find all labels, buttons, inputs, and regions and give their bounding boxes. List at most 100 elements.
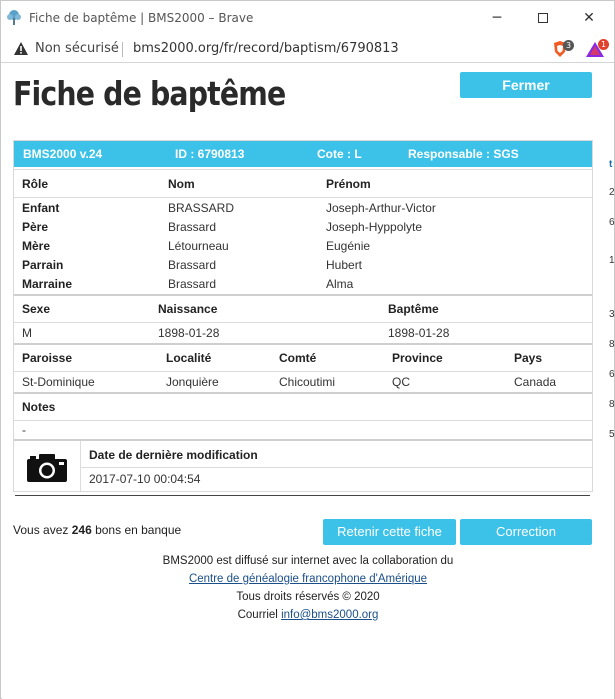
modified-label: Date de dernière modification: [89, 448, 258, 462]
notes-label: Notes: [22, 400, 56, 414]
col-pays-header: Pays: [514, 351, 543, 365]
address-bar: Non sécurisé bms2000.org/fr/record/bapti…: [1, 35, 614, 63]
person-nom: Brassard: [168, 220, 217, 234]
minimize-icon: ─: [492, 10, 502, 26]
role-label: Marraine: [22, 277, 73, 291]
naissance-value: 1898-01-28: [158, 326, 220, 340]
localite-value: Jonquière: [166, 375, 219, 389]
person-prenom: Joseph-Arthur-Victor: [326, 201, 436, 215]
record-header: BMS2000 v.24 ID : 6790813 Cote : L Respo…: [14, 141, 592, 167]
edge-fragment: t: [609, 159, 613, 170]
courriel-label: Courriel: [237, 609, 282, 621]
footer-line-collab: BMS2000 est diffusé sur internet avec la…: [162, 555, 454, 567]
background-window-edge: t 2 6 1 3 8 6 8 5: [609, 151, 615, 451]
col-bapteme-header: Baptême: [388, 302, 439, 316]
cgfa-link[interactable]: Centre de généalogie francophone d'Améri…: [189, 573, 427, 585]
address-separator: [122, 42, 123, 57]
col-sexe-header: Sexe: [22, 302, 51, 316]
divider: [14, 420, 592, 421]
col-nom-header: Nom: [168, 177, 195, 191]
person-prenom: Alma: [326, 277, 354, 291]
edge-fragment: 6: [609, 369, 615, 380]
minimize-button[interactable]: ─: [474, 1, 520, 35]
footer-line-link: Centre de généalogie francophone d'Améri…: [2, 573, 614, 585]
paroisse-value: St-Dominique: [22, 375, 95, 389]
section-divider: [14, 294, 592, 296]
section-divider: [14, 343, 592, 345]
version-label: BMS2000 v.24: [23, 147, 103, 161]
security-status[interactable]: Non sécurisé: [35, 41, 119, 56]
col-naissance-header: Naissance: [158, 302, 218, 316]
person-nom: Létourneau: [168, 239, 229, 253]
record-cote: Cote : L: [317, 147, 362, 161]
url-field[interactable]: bms2000.org/fr/record/baptism/6790813: [133, 41, 399, 56]
shield-badge: 3: [563, 40, 574, 51]
record-responsable: Responsable : SGS: [408, 147, 519, 161]
bank-count: 246: [71, 523, 92, 537]
page-content: Fiche de baptême Fermer BMS2000 v.24 ID …: [2, 64, 614, 699]
warning-icon[interactable]: [13, 41, 29, 57]
retain-record-button[interactable]: Retenir cette fiche: [323, 519, 456, 545]
edge-fragment: 5: [609, 429, 615, 440]
edge-fragment: 2: [609, 187, 615, 198]
pays-value: Canada: [514, 375, 557, 389]
bapteme-value: 1898-01-28: [388, 326, 450, 340]
content-underline: [15, 495, 590, 496]
record-card: BMS2000 v.24 ID : 6790813 Cote : L Respo…: [13, 140, 593, 492]
rewards-badge: 1: [598, 39, 609, 50]
bank-prefix: Vous avez: [13, 523, 72, 537]
divider: [80, 441, 81, 491]
section-divider: [14, 439, 592, 441]
person-nom: BRASSARD: [168, 201, 235, 215]
email-link[interactable]: info@bms2000.org: [281, 609, 378, 621]
col-province-header: Province: [392, 351, 443, 365]
footer-copyright: Tous droits réservés © 2020: [236, 591, 380, 603]
modified-value: 2017-07-10 00:04:54: [89, 472, 201, 486]
bank-suffix: bons en banque: [91, 523, 182, 537]
title-bar: Fiche de baptême | BMS2000 – Brave ─ ✕: [1, 1, 614, 35]
page-title: Fiche de baptême: [13, 74, 286, 113]
col-paroisse-header: Paroisse: [22, 351, 73, 365]
maximize-button[interactable]: [520, 1, 566, 35]
close-window-button[interactable]: ✕: [566, 1, 612, 35]
browser-window: Fiche de baptême | BMS2000 – Brave ─ ✕ N…: [0, 0, 615, 699]
notes-value: -: [22, 423, 26, 437]
col-localite-header: Localité: [166, 351, 212, 365]
divider: [14, 371, 592, 372]
role-label: Père: [22, 220, 49, 234]
person-nom: Brassard: [168, 277, 217, 291]
bank-status: Vous avez 246 bons en banque: [13, 523, 181, 537]
maximize-icon: [538, 13, 548, 23]
divider: [81, 467, 592, 468]
divider: [14, 197, 592, 198]
col-comte-header: Comté: [279, 351, 317, 365]
role-label: Mère: [22, 239, 51, 253]
record-id: ID : 6790813: [175, 147, 245, 161]
person-prenom: Hubert: [326, 258, 363, 272]
edge-fragment: 3: [609, 309, 615, 320]
divider: [14, 169, 592, 170]
app-tree-icon: [7, 10, 21, 25]
person-prenom: Joseph-Hyppolyte: [326, 220, 423, 234]
camera-icon: [27, 454, 67, 482]
footer-email-line: Courriel info@bms2000.org: [2, 609, 614, 621]
role-label: Enfant: [22, 201, 60, 215]
person-prenom: Eugénie: [326, 239, 371, 253]
window-title: Fiche de baptême | BMS2000 – Brave: [29, 11, 254, 25]
sexe-value: M: [22, 326, 32, 340]
divider: [14, 322, 592, 323]
edge-fragment: 8: [609, 399, 615, 410]
correction-button[interactable]: Correction: [460, 519, 592, 545]
province-value: QC: [392, 375, 410, 389]
person-nom: Brassard: [168, 258, 217, 272]
close-icon: ✕: [583, 10, 595, 26]
edge-fragment: 6: [609, 217, 615, 228]
edge-fragment: 1: [609, 255, 615, 266]
col-role-header: Rôle: [22, 177, 49, 191]
role-label: Parrain: [22, 258, 64, 272]
comte-value: Chicoutimi: [279, 375, 336, 389]
edge-fragment: 8: [609, 339, 615, 350]
col-prenom-header: Prénom: [326, 177, 371, 191]
close-button[interactable]: Fermer: [460, 72, 592, 98]
section-divider: [14, 392, 592, 394]
